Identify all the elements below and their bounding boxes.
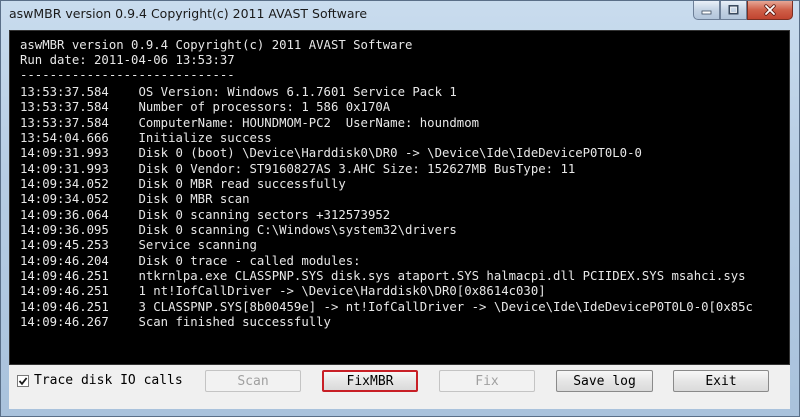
trace-disk-io-checkbox[interactable] [17, 374, 29, 387]
title-bar[interactable]: aswMBR version 0.9.4 Copyright(c) 2011 A… [1, 1, 799, 29]
console-line: 14:09:36.095 Disk 0 scanning C:\Windows\… [20, 223, 457, 237]
console-line: 14:09:31.993 Disk 0 (boot) \Device\Hardd… [20, 146, 642, 160]
minimize-button[interactable] [693, 1, 720, 20]
console-line: 14:09:46.251 ntkrnlpa.exe CLASSPNP.SYS d… [20, 269, 746, 283]
minimize-icon [701, 10, 712, 15]
fix-button[interactable]: Fix [439, 370, 535, 392]
window-title: aswMBR version 0.9.4 Copyright(c) 2011 A… [9, 6, 368, 21]
console-line: 13:54:04.666 Initialize success [20, 131, 272, 145]
app-window: aswMBR version 0.9.4 Copyright(c) 2011 A… [0, 0, 800, 417]
console-line: 14:09:34.052 Disk 0 MBR scan [20, 192, 250, 206]
checkmark-icon [18, 376, 28, 385]
scan-button[interactable]: Scan [205, 370, 301, 392]
maximize-button[interactable] [720, 1, 747, 20]
trace-disk-io-option[interactable]: Trace disk IO calls [17, 373, 183, 388]
console-line: 14:09:34.052 Disk 0 MBR read successfull… [20, 177, 346, 191]
trace-disk-io-label: Trace disk IO calls [34, 373, 183, 388]
maximize-icon [728, 5, 739, 15]
fixmbr-button[interactable]: FixMBR [322, 370, 418, 392]
save-log-button[interactable]: Save log [556, 370, 653, 392]
console-line: 13:53:37.584 Number of processors: 1 586… [20, 100, 391, 114]
console-output: aswMBR version 0.9.4 Copyright(c) 2011 A… [9, 30, 790, 365]
console-line: aswMBR version 0.9.4 Copyright(c) 2011 A… [20, 38, 413, 52]
console-line: 14:09:45.253 Service scanning [20, 238, 257, 252]
console-line: 14:09:46.267 Scan finished successfully [20, 315, 331, 329]
console-line: Run date: 2011-04-06 13:53:37 [20, 53, 235, 67]
console-line: 13:53:37.584 ComputerName: HOUNDMOM-PC2 … [20, 116, 480, 130]
console-line: 13:53:37.584 OS Version: Windows 6.1.760… [20, 85, 457, 99]
console-line: 14:09:31.993 Disk 0 Vendor: ST9160827AS … [20, 162, 576, 176]
control-panel: Trace disk IO calls Scan FixMBR Fix Save… [9, 365, 790, 409]
console-line: 14:09:46.251 3 CLASSPNP.SYS[8b00459e] ->… [20, 300, 753, 314]
close-icon [764, 4, 776, 16]
close-button[interactable] [747, 1, 793, 20]
console-line: ----------------------------- [20, 68, 235, 82]
window-controls [693, 1, 793, 21]
console-line: 14:09:36.064 Disk 0 scanning sectors +31… [20, 208, 391, 222]
console-line: 14:09:46.204 Disk 0 trace - called modul… [20, 254, 361, 268]
console-line: 14:09:46.251 1 nt!IofCallDriver -> \Devi… [20, 284, 546, 298]
exit-button[interactable]: Exit [673, 370, 769, 392]
